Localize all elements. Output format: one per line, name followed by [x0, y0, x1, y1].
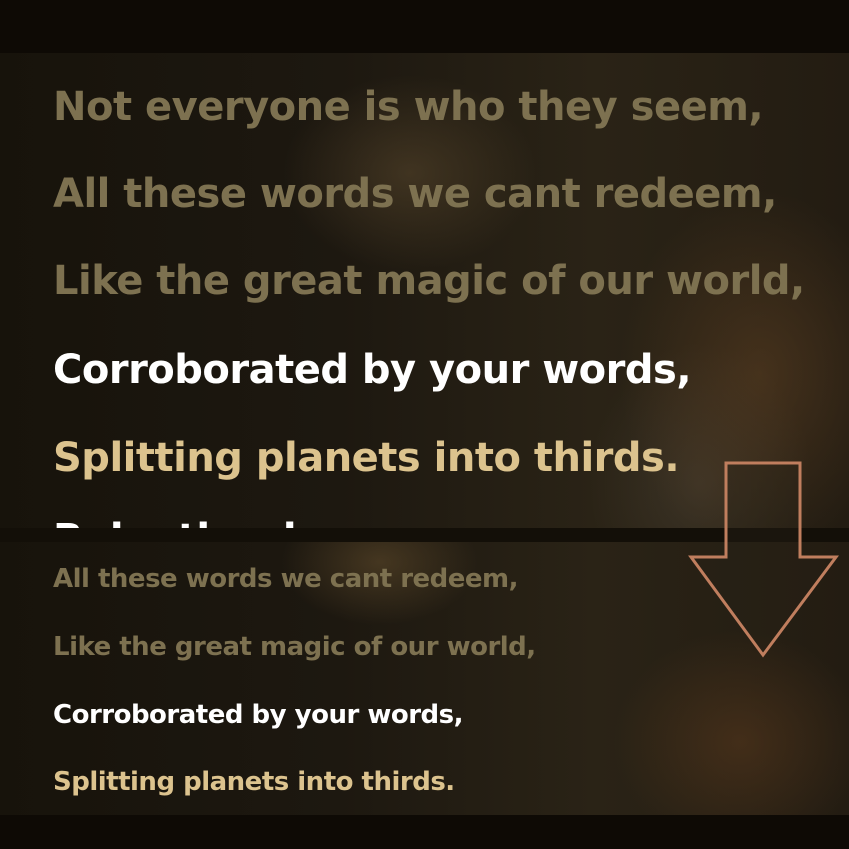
lyric-line-past[interactable]: Not everyone is who they seem,: [53, 83, 764, 131]
lyric-line-upcoming[interactable]: Splitting planets into thirds.: [53, 434, 680, 482]
arrow-shape: [688, 461, 839, 658]
lyric-line-current[interactable]: Corroborated by your words,: [53, 346, 692, 394]
lyric-line-past[interactable]: All these words we cant redeem,: [53, 563, 519, 595]
lyric-line-peek[interactable]: Relentlessly: [53, 515, 322, 528]
lyric-line-past[interactable]: All these words we cant redeem,: [53, 170, 777, 218]
lyric-line-past[interactable]: Like the great magic of our world,: [53, 257, 805, 305]
lyrics-panel-large[interactable]: Not everyone is who they seem, All these…: [0, 53, 849, 528]
lyric-line-upcoming[interactable]: Splitting planets into thirds.: [53, 766, 455, 798]
lyric-line-current[interactable]: Corroborated by your words,: [53, 699, 464, 731]
lyrics-comparison-view: Not everyone is who they seem, All these…: [0, 0, 849, 849]
arrow-down-icon: [688, 461, 839, 658]
lyric-line-past[interactable]: Like the great magic of our world,: [53, 631, 536, 663]
